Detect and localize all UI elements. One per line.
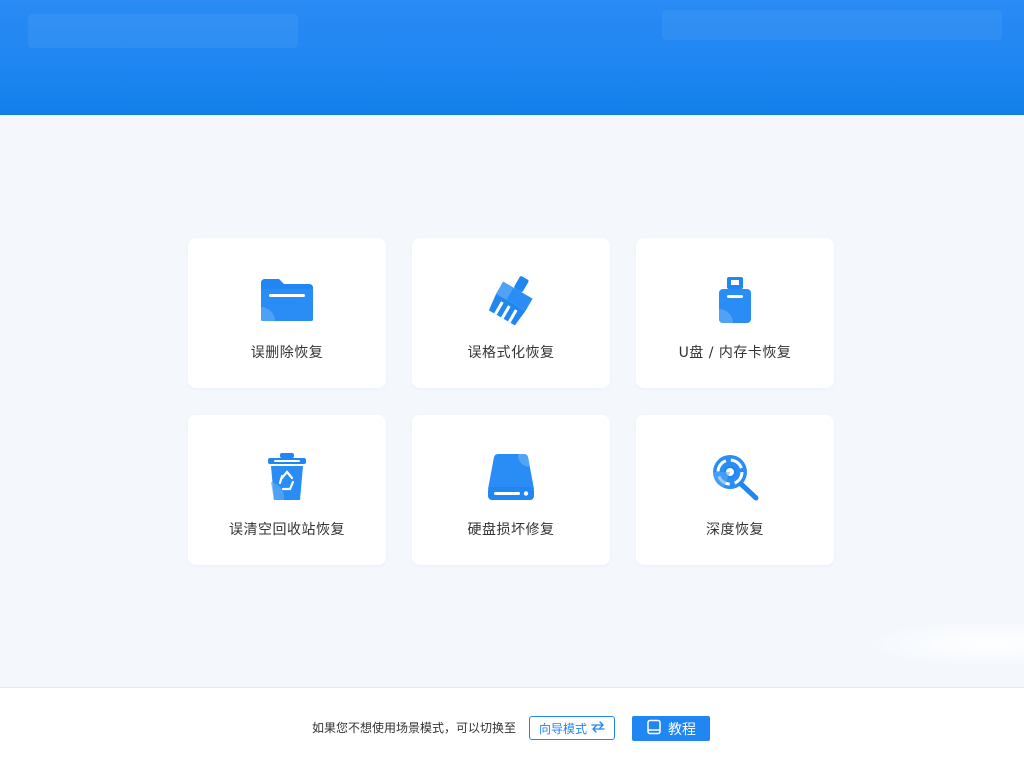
book-icon	[646, 719, 662, 739]
scenario-label: U盘 / 内存卡恢复	[678, 345, 792, 361]
scenario-label: 误清空回收站恢复	[229, 522, 345, 538]
wizard-mode-label: 向导模式	[538, 721, 587, 736]
scenario-card-disk-repair[interactable]: 硬盘损坏修复	[412, 415, 610, 565]
broom-icon	[483, 274, 539, 326]
scenario-label: 硬盘损坏修复	[467, 522, 555, 538]
header-logo-area	[28, 14, 298, 48]
scenario-card-recycle-bin-recovery[interactable]: 误清空回收站恢复	[188, 415, 386, 565]
footer-bar: 如果您不想使用场景模式，可以切换至 向导模式 教程	[0, 687, 1024, 768]
deep-search-icon	[707, 451, 763, 503]
header-banner	[0, 0, 1024, 115]
scenario-label: 深度恢复	[706, 522, 764, 538]
scenario-label: 误格式化恢复	[467, 345, 555, 361]
scenario-label: 误删除恢复	[250, 345, 324, 361]
decorative-glow	[864, 620, 1024, 668]
wizard-mode-button[interactable]: 向导模式	[529, 716, 615, 740]
usb-drive-icon	[707, 274, 763, 326]
recycle-bin-icon	[259, 451, 315, 503]
scenario-grid: 误删除恢复 误格式化恢复 U盘 / 内存卡恢复 误清空回收站恢复 硬盘损坏修复 …	[188, 238, 834, 565]
app-window: 误删除恢复 误格式化恢复 U盘 / 内存卡恢复 误清空回收站恢复 硬盘损坏修复 …	[0, 0, 1024, 768]
switch-arrows-icon	[591, 720, 605, 736]
scenario-card-deep-recovery[interactable]: 深度恢复	[636, 415, 834, 565]
scenario-card-deleted-recovery[interactable]: 误删除恢复	[188, 238, 386, 388]
tutorial-label: 教程	[668, 721, 696, 738]
mode-switch-hint: 如果您不想使用场景模式，可以切换至	[312, 721, 517, 735]
folder-icon	[259, 274, 315, 326]
tutorial-button[interactable]: 教程	[632, 716, 710, 741]
header-controls-area	[662, 10, 1002, 40]
hard-disk-icon	[483, 451, 539, 503]
scenario-card-format-recovery[interactable]: 误格式化恢复	[412, 238, 610, 388]
scenario-card-usb-recovery[interactable]: U盘 / 内存卡恢复	[636, 238, 834, 388]
